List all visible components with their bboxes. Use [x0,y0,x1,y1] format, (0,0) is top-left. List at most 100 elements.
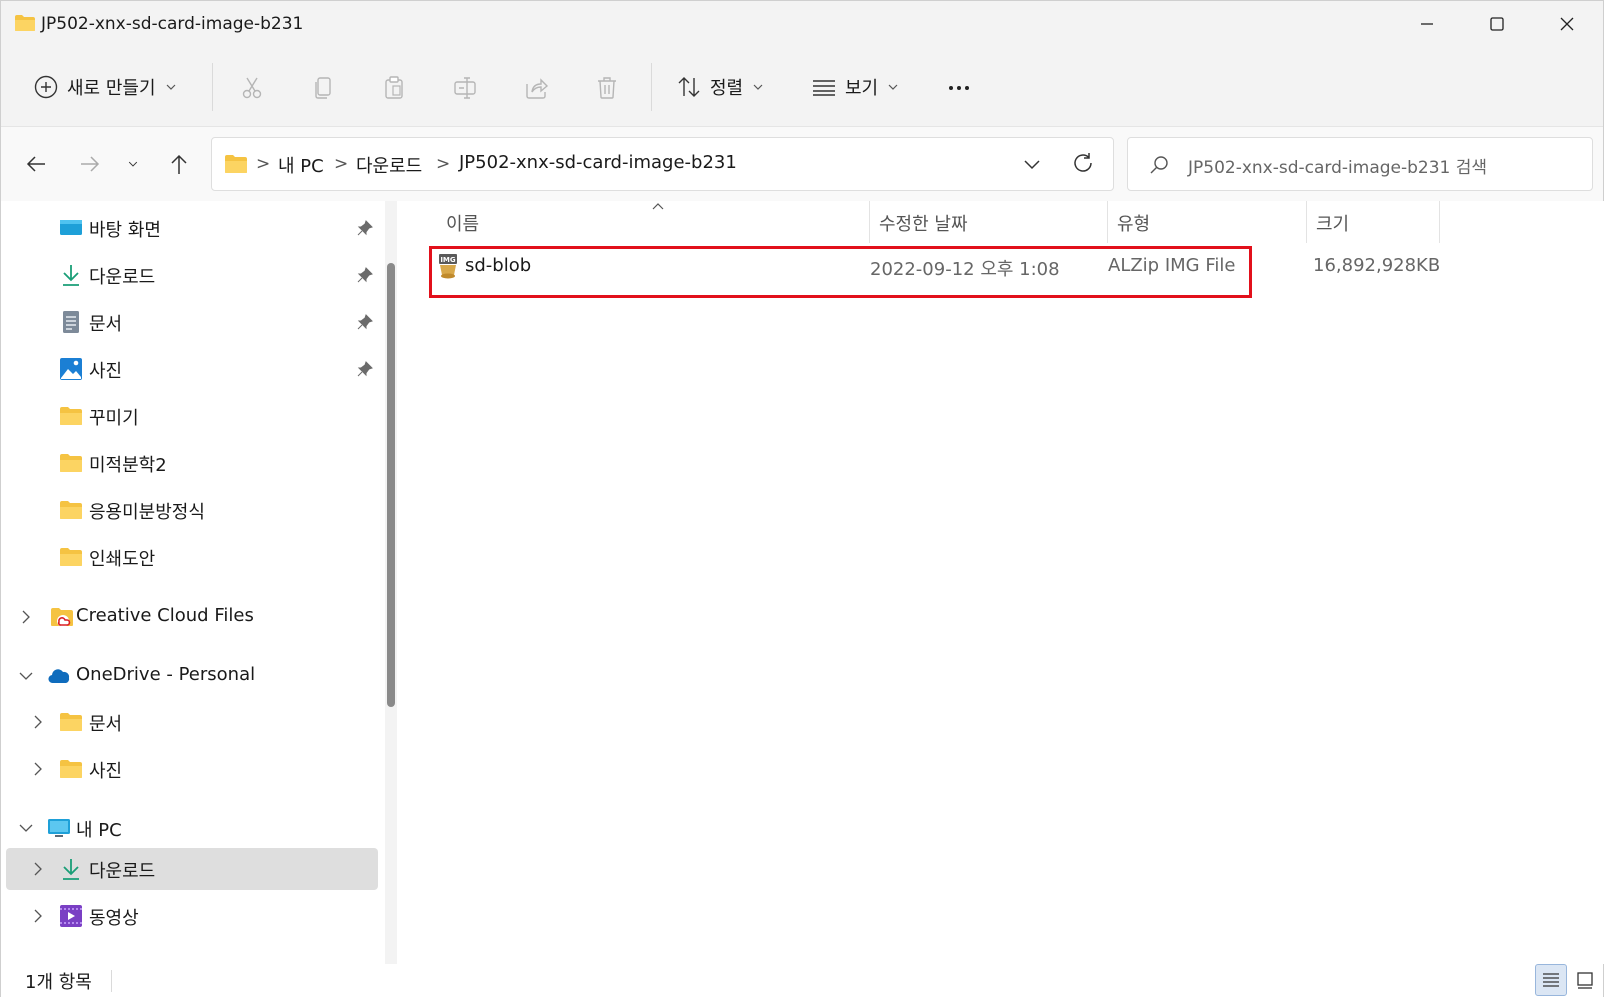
breadcrumb-separator: > [256,154,271,174]
column-divider[interactable] [1439,201,1440,243]
column-header-modified[interactable]: 수정한 날짜 [870,201,1107,243]
close-button[interactable] [1533,1,1601,47]
sidebar-item-folder[interactable]: 꾸미기 [6,395,378,437]
sidebar-item-label: 사진 [89,361,123,382]
back-button[interactable] [17,145,55,183]
chevron-down-icon[interactable] [18,668,34,684]
chevron-down-icon[interactable] [1020,152,1044,176]
file-name: sd-blob [465,255,532,276]
share-button[interactable] [516,69,556,107]
arrow-up-icon [171,154,187,174]
maximize-button[interactable] [1463,1,1531,47]
chevron-down-icon [166,84,175,90]
file-explorer-window: JP502-xnx-sd-card-image-b231 새로 만들기 정렬 보… [0,0,1604,997]
delete-button[interactable] [587,69,627,107]
sidebar-item-pictures[interactable]: 사진 [6,348,378,390]
sidebar-item-downloads[interactable]: 다운로드 [6,254,378,296]
breadcrumb-downloads[interactable]: 다운로드 [356,152,422,178]
chevron-right-icon[interactable] [30,861,46,877]
folder-icon [60,713,82,731]
sidebar-item-label: 바탕 화면 [89,220,161,241]
desktop-icon [60,220,82,235]
navigation-row: > 내 PC > 다운로드 > JP502-xnx-sd-card-image-… [1,127,1603,201]
column-header-name[interactable]: 이름 [409,201,869,243]
sidebar-item-folder[interactable]: 응용미분방정식 [6,489,378,531]
refresh-icon[interactable] [1070,150,1096,176]
column-header-type[interactable]: 유형 [1108,201,1306,243]
chevron-right-icon[interactable] [30,714,46,730]
sidebar-scrollbar-thumb[interactable] [387,263,395,707]
clipboard-icon [385,76,403,99]
sidebar-item-onedrive-pictures[interactable]: 사진 [6,748,378,790]
view-button-label: 보기 [845,78,879,99]
window-title: JP502-xnx-sd-card-image-b231 [41,14,304,34]
sidebar-item-label: 동영상 [89,908,139,929]
share-icon [526,78,549,99]
cut-button[interactable] [232,69,272,107]
item-count: 1개 항목 [25,972,92,993]
forward-button[interactable] [71,145,109,183]
document-icon [63,311,79,333]
sort-button[interactable]: 정렬 [676,67,763,107]
up-button[interactable] [160,145,198,183]
sidebar-item-documents[interactable]: 문서 [6,301,378,343]
recent-locations-button[interactable] [114,145,152,183]
sidebar-item-videos[interactable]: 동영상 [6,895,378,937]
address-bar[interactable]: > 내 PC > 다운로드 > JP502-xnx-sd-card-image-… [211,137,1114,191]
sidebar-item-label: 다운로드 [89,861,156,882]
chevron-right-icon[interactable] [30,908,46,924]
sidebar-item-folder[interactable]: 미적분학2 [6,442,378,484]
sidebar-item-onedrive-documents[interactable]: 문서 [6,701,378,743]
img-file-icon: IMG [439,254,457,279]
scissors-icon [242,77,262,99]
status-divider [111,970,112,992]
file-size: 16,892,928KB [1313,255,1441,276]
pin-icon[interactable] [357,314,373,330]
sidebar-item-creative-cloud[interactable]: Creative Cloud Files [6,596,378,638]
command-bar: 새로 만들기 정렬 보기 [1,47,1603,127]
minimize-button[interactable] [1393,1,1461,47]
sidebar-item-label: 내 PC [76,820,122,841]
copy-button[interactable] [303,69,343,107]
sidebar-item-label: 다운로드 [89,267,156,288]
folder-icon [60,454,82,472]
sidebar-item-pc-downloads[interactable]: 다운로드 [6,848,378,890]
download-icon [63,265,79,286]
pin-icon[interactable] [357,361,373,377]
sidebar-item-desktop[interactable]: 바탕 화면 [6,207,378,249]
sort-ascending-icon [652,203,664,210]
pin-icon[interactable] [357,220,373,236]
toolbar-divider [212,63,213,111]
sidebar-item-my-pc[interactable]: 내 PC [6,807,378,849]
folder-icon [60,548,82,566]
column-header-size[interactable]: 크기 [1307,201,1439,243]
pc-icon [48,819,70,837]
tiles-view-icon [1577,972,1593,989]
more-options-button[interactable] [939,69,979,107]
details-view-button[interactable] [1535,964,1567,996]
view-button[interactable]: 보기 [811,67,898,107]
tiles-view-button[interactable] [1569,964,1601,996]
breadcrumb-current-folder[interactable]: JP502-xnx-sd-card-image-b231 [459,152,737,173]
details-view-icon [1543,973,1559,987]
sidebar-item-label: 인쇄도안 [89,549,156,570]
breadcrumb-my-pc[interactable]: 내 PC [278,152,324,178]
navigation-pane: 바탕 화면 다운로드 문서 사진 꾸미기 미적분학2 응용미분방정식 인쇄도안 … [1,201,401,964]
chevron-right-icon[interactable] [30,761,46,777]
arrow-right-icon [81,156,100,172]
sidebar-item-label: OneDrive - Personal [76,664,256,685]
pin-icon[interactable] [357,267,373,283]
sidebar-item-folder[interactable]: 인쇄도안 [6,536,378,578]
table-row[interactable]: IMG sd-blob 2022-09-12 오후 1:08 ALZip IMG… [429,246,1440,286]
download-icon [63,859,79,880]
paste-button[interactable] [374,69,414,107]
chevron-right-icon[interactable] [18,609,34,625]
new-button[interactable]: 새로 만들기 [33,67,176,107]
chevron-down-icon[interactable] [18,820,34,836]
rename-icon [454,77,476,99]
search-input[interactable]: JP502-xnx-sd-card-image-b231 검색 [1127,137,1593,191]
more-icon [949,86,969,90]
rename-button[interactable] [445,69,485,107]
sidebar-item-onedrive[interactable]: OneDrive - Personal [6,655,378,697]
close-icon [1560,17,1574,31]
